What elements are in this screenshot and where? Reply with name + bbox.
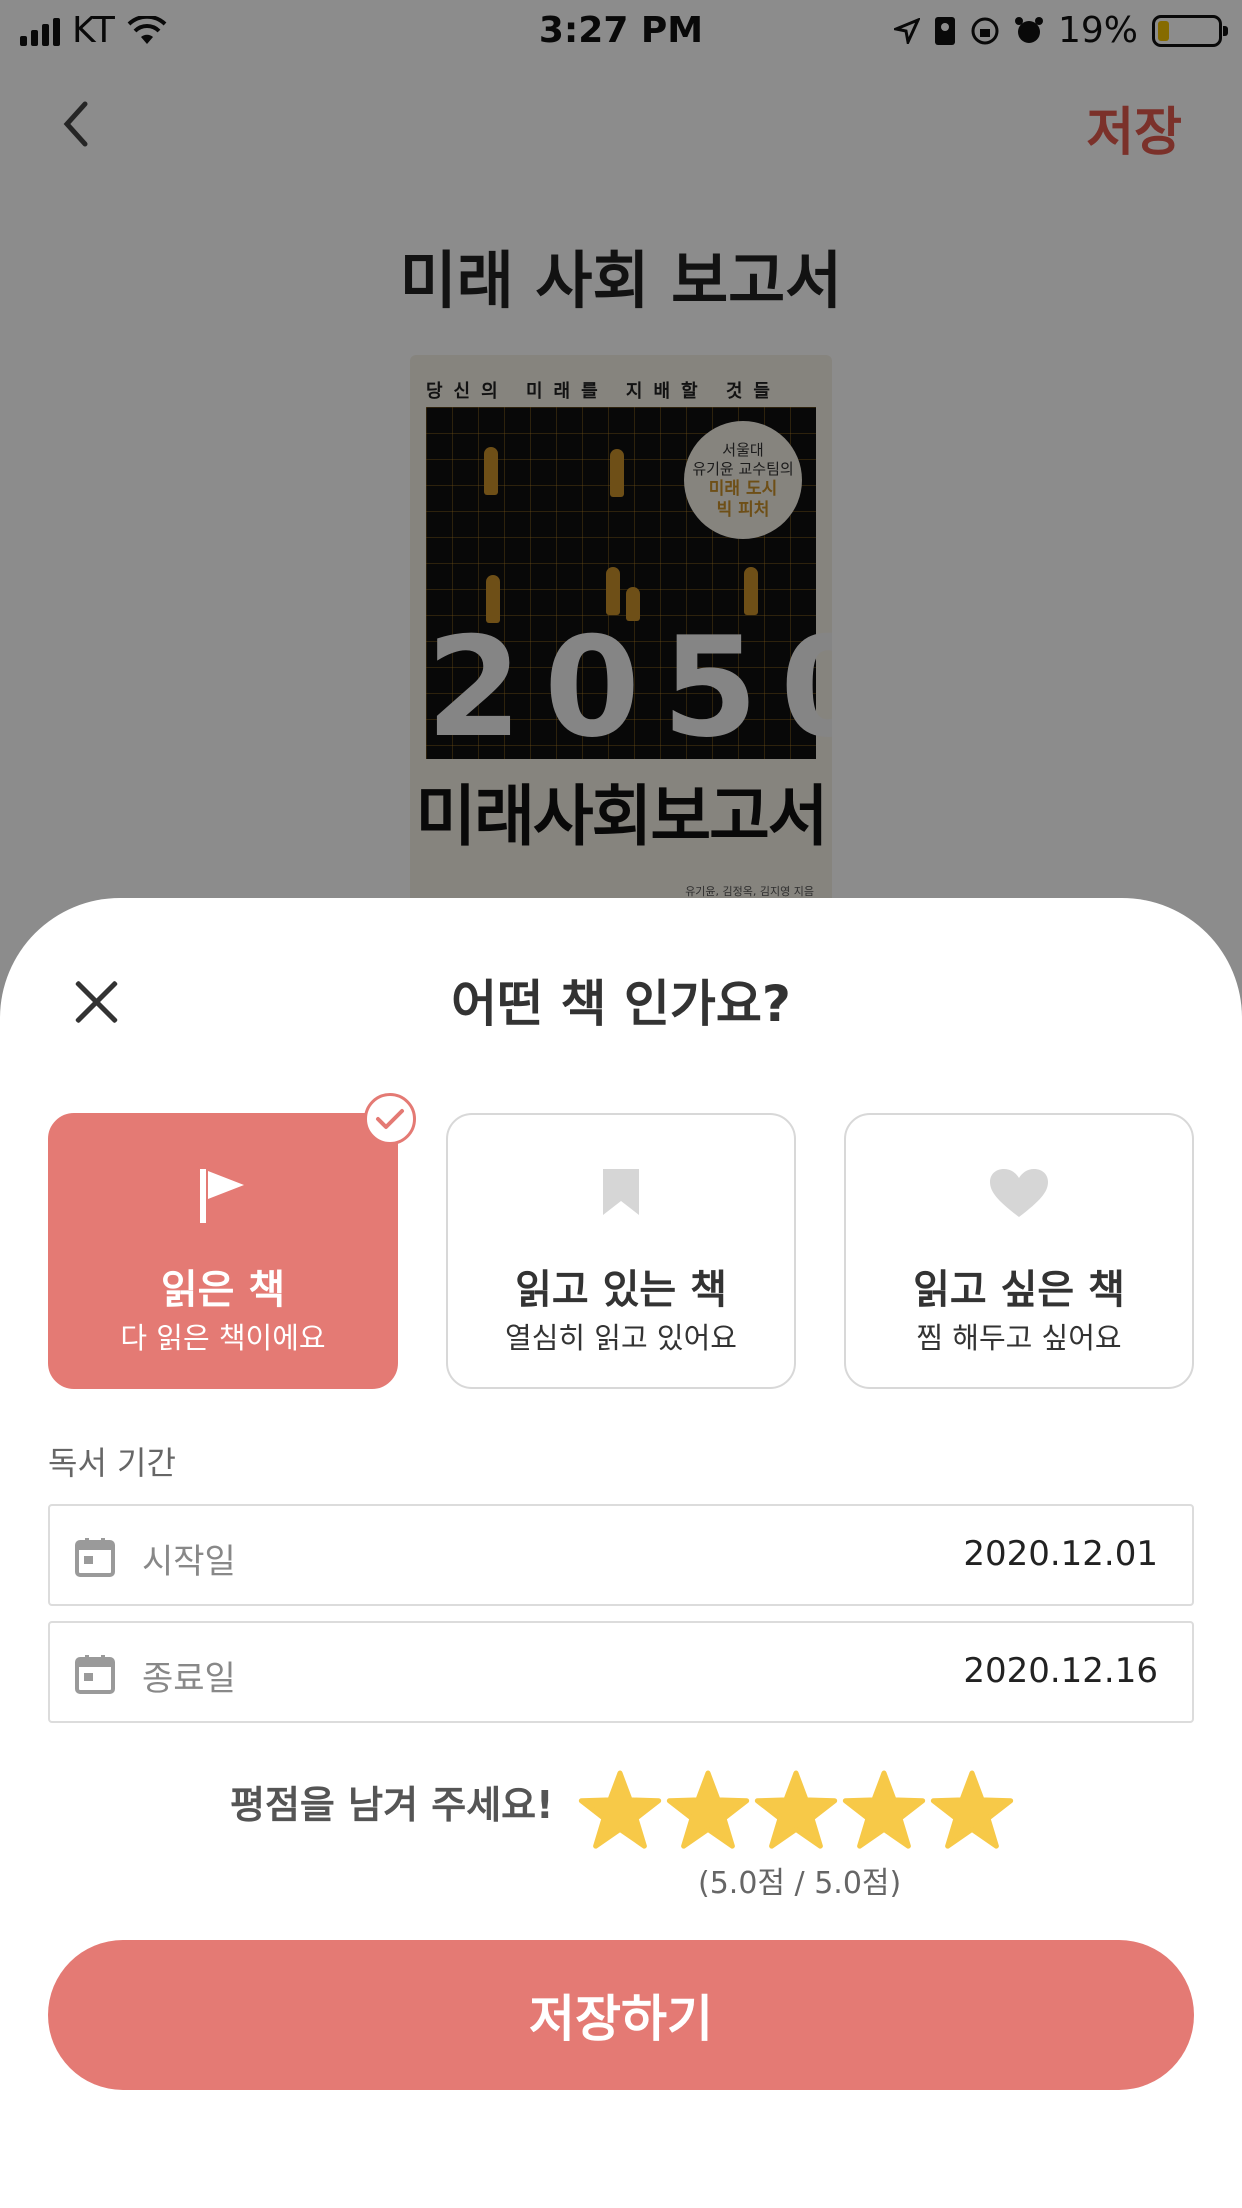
star-icon[interactable]: [578, 1768, 662, 1852]
status-option-reading[interactable]: 읽고 있는 책 열심히 읽고 있어요: [446, 1113, 796, 1389]
bottom-sheet: 어떤 책 인가요? 읽은 책 다 읽은 책이에요 읽고 있는 책 열심히 읽고 …: [0, 898, 1242, 2208]
reading-status-options: 읽은 책 다 읽은 책이에요 읽고 있는 책 열심히 읽고 있어요 읽고 싶은 …: [48, 1093, 1194, 1389]
start-date-value: 2020.12.01: [963, 1534, 1158, 1574]
start-date-label: 시작일: [142, 1542, 236, 1582]
check-badge: [364, 1093, 416, 1145]
flag-icon: [200, 1169, 244, 1223]
status-option-label: 읽고 있는 책: [515, 1267, 727, 1313]
end-date-field[interactable]: 종료일 2020.12.16: [48, 1621, 1194, 1723]
status-option-desc: 다 읽은 책이에요: [120, 1321, 326, 1355]
status-option-wish[interactable]: 읽고 싶은 책 찜 해두고 싶어요: [844, 1113, 1194, 1389]
status-option-label: 읽고 싶은 책: [913, 1267, 1125, 1313]
status-option-label: 읽은 책: [160, 1267, 286, 1313]
start-date-field[interactable]: 시작일 2020.12.01: [48, 1504, 1194, 1606]
calendar-icon: [75, 1655, 115, 1694]
rating-prompt: 평점을 남겨 주세요!: [230, 1783, 554, 1827]
status-option-desc: 찜 해두고 싶어요: [916, 1321, 1122, 1355]
check-icon: [376, 1109, 404, 1129]
end-date-value: 2020.12.16: [963, 1651, 1158, 1691]
sheet-title: 어떤 책 인가요?: [451, 975, 791, 1033]
rating-text: (5.0점 / 5.0점): [698, 1866, 902, 1901]
status-option-desc: 열심히 읽고 있어요: [505, 1321, 737, 1355]
bookmark-icon: [603, 1169, 639, 1215]
star-icon[interactable]: [842, 1768, 926, 1852]
star-rating[interactable]: [578, 1768, 1014, 1852]
star-icon[interactable]: [666, 1768, 750, 1852]
end-date-label: 종료일: [142, 1659, 236, 1699]
reading-period-label: 독서 기간: [48, 1444, 176, 1482]
star-icon[interactable]: [754, 1768, 838, 1852]
calendar-icon: [75, 1538, 115, 1577]
star-icon[interactable]: [930, 1768, 1014, 1852]
status-option-read[interactable]: 읽은 책 다 읽은 책이에요: [48, 1093, 416, 1389]
save-button[interactable]: 저장하기: [48, 1940, 1194, 2090]
heart-icon: [990, 1169, 1048, 1217]
